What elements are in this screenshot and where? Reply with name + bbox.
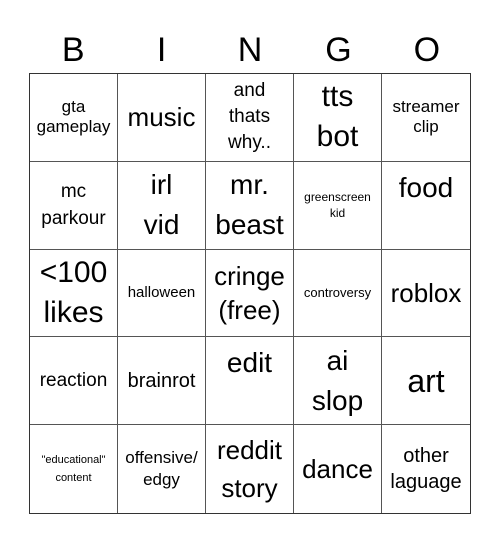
- bingo-header: B I N G O: [29, 28, 471, 72]
- header-letter-n: N: [237, 31, 263, 69]
- bingo-cell[interactable]: other laguage: [382, 425, 470, 513]
- bingo-cell[interactable]: controversy: [294, 249, 382, 338]
- cell-label: offensive/ edgy: [125, 448, 198, 490]
- cell-label: brainrot: [127, 369, 196, 392]
- bingo-cell[interactable]: art: [382, 337, 470, 426]
- cell-label: <100 likes: [39, 255, 108, 329]
- bingo-cell[interactable]: greenscreen kid: [294, 161, 382, 250]
- bingo-cell[interactable]: roblox: [382, 250, 470, 338]
- bingo-grid: gta gameplay music and thats why.. tts b…: [29, 73, 471, 514]
- cell-label: food: [398, 171, 454, 203]
- bingo-cell[interactable]: mr. beast: [206, 161, 294, 250]
- cell-label: roblox: [390, 277, 462, 308]
- cell-label: music: [127, 102, 196, 133]
- bingo-cell[interactable]: food: [382, 162, 470, 250]
- cell-label: ai slop: [311, 344, 364, 416]
- bingo-cell[interactable]: reddit story: [206, 425, 294, 513]
- bingo-cell[interactable]: cringe (free): [206, 249, 294, 338]
- bingo-cell[interactable]: edit: [206, 337, 294, 426]
- bingo-cell[interactable]: irl vid: [118, 161, 206, 250]
- cell-label: reaction: [39, 369, 108, 391]
- bingo-cell[interactable]: <100 likes: [30, 249, 118, 338]
- cell-label: reddit story: [216, 435, 283, 504]
- bingo-cell[interactable]: tts bot: [294, 74, 382, 162]
- cell-label: edit: [226, 347, 273, 379]
- bingo-cell[interactable]: and thats why..: [206, 74, 294, 162]
- cell-label: other laguage: [390, 445, 462, 494]
- cell-label: mc parkour: [41, 181, 106, 230]
- cell-label: cringe (free): [214, 260, 285, 325]
- cell-label: irl vid: [143, 169, 180, 241]
- header-letter-o: O: [413, 31, 441, 69]
- header-letter-b: B: [61, 31, 85, 69]
- cell-label: dance: [302, 454, 373, 485]
- cell-label: controversy: [303, 284, 372, 300]
- bingo-cell[interactable]: dance: [294, 425, 382, 513]
- header-letter-g: G: [325, 31, 352, 69]
- cell-label: art: [407, 362, 445, 399]
- bingo-cell[interactable]: offensive/ edgy: [118, 425, 206, 513]
- cell-label: halloween: [127, 284, 196, 302]
- cell-label: tts bot: [316, 80, 359, 154]
- bingo-cell[interactable]: reaction: [30, 337, 118, 426]
- bingo-cell[interactable]: halloween: [118, 249, 206, 338]
- bingo-cell[interactable]: music: [118, 74, 206, 162]
- header-letter-i: I: [156, 31, 167, 69]
- bingo-cell[interactable]: "educational" content: [30, 425, 118, 513]
- bingo-cell[interactable]: mc parkour: [30, 161, 118, 250]
- cell-label: greenscreen kid: [304, 190, 371, 221]
- bingo-cell[interactable]: gta gameplay: [30, 74, 118, 162]
- bingo-cell[interactable]: ai slop: [294, 337, 382, 426]
- cell-label: and thats why..: [228, 80, 271, 154]
- cell-label: mr. beast: [215, 169, 284, 241]
- cell-label: streamer clip: [392, 97, 460, 137]
- bingo-cell[interactable]: streamer clip: [382, 74, 470, 162]
- cell-label: gta gameplay: [36, 97, 111, 137]
- cell-label: "educational" content: [41, 454, 106, 485]
- bingo-cell[interactable]: brainrot: [118, 337, 206, 426]
